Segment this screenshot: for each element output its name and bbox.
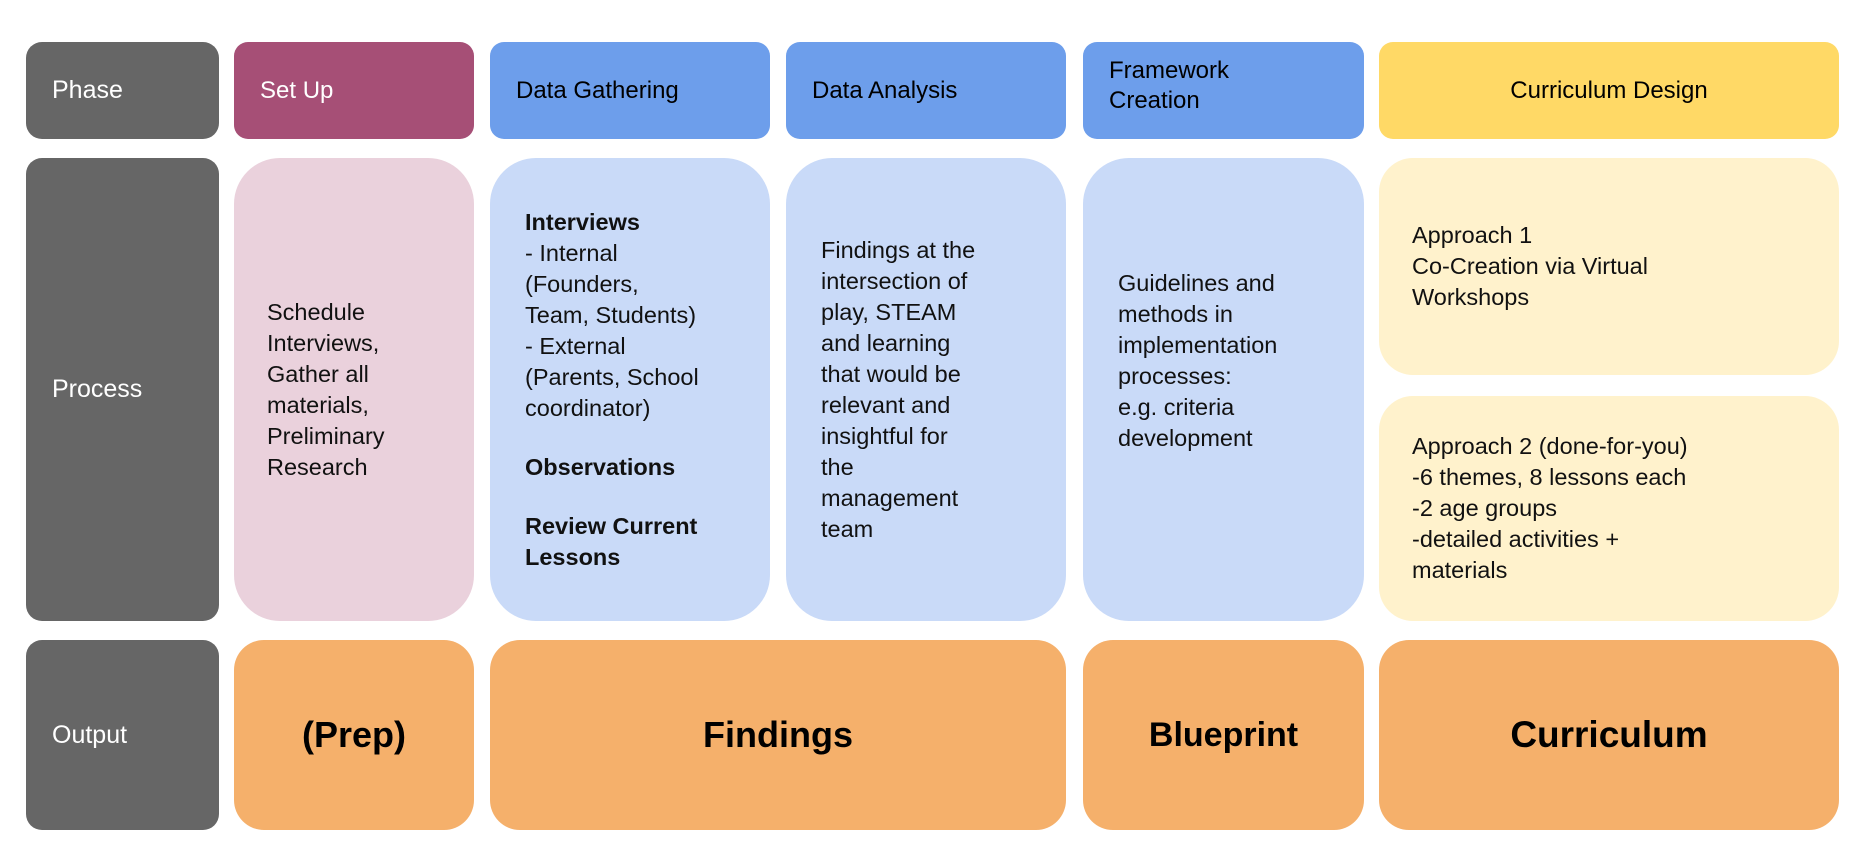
process-framework-creation: Guidelines and methods in implementation… [1083,158,1364,621]
output-blueprint: Blueprint [1083,640,1364,830]
approach-2-text: Approach 2 (done-for-you) -6 themes, 8 l… [1412,433,1688,583]
output-curriculum: Curriculum [1379,640,1839,830]
review-lessons-heading: Review Current Lessons [525,512,698,570]
process-setup: Schedule Interviews, Gather all material… [234,158,474,621]
process-data-gathering: Interviews - Internal (Founders, Team, S… [490,158,770,621]
phase-framework-creation: Framework Creation [1083,42,1364,139]
phase-data-gathering: Data Gathering [490,42,770,139]
process-curriculum-approach-1: Approach 1 Co-Creation via Virtual Works… [1379,158,1839,375]
interviews-heading: Interviews [525,208,640,235]
row-label-process: Process [26,158,219,621]
approach-1-text: Approach 1 Co-Creation via Virtual Works… [1412,222,1648,310]
process-setup-text: Schedule Interviews, Gather all material… [267,298,385,480]
phase-data-analysis: Data Analysis [786,42,1066,139]
output-prep-text: (Prep) [301,714,406,755]
phase-setup: Set Up [234,42,474,139]
row-label-process-text: Process [52,375,143,403]
interviews-details: - Internal (Founders, Team, Students) - … [525,239,699,421]
row-label-output: Output [26,640,219,830]
phase-data-analysis-text: Data Analysis [812,76,958,104]
observations-heading: Observations [525,453,676,480]
output-findings: Findings [490,640,1066,830]
output-findings-text: Findings [703,714,853,755]
output-prep: (Prep) [234,640,474,830]
output-blueprint-text: Blueprint [1148,715,1299,754]
row-label-phase: Phase [26,42,219,139]
row-label-output-text: Output [52,720,128,749]
phase-curriculum-design: Curriculum Design [1379,42,1839,139]
process-data-analysis-text: Findings at the intersection of play, ST… [821,236,976,542]
phase-setup-text: Set Up [260,76,334,104]
phase-framework-creation-text: Framework Creation [1109,57,1230,114]
process-framework-creation-text: Guidelines and methods in implementation… [1118,270,1278,451]
phase-curriculum-design-text: Curriculum Design [1510,76,1708,104]
row-label-phase-text: Phase [52,76,123,104]
process-curriculum-approach-2: Approach 2 (done-for-you) -6 themes, 8 l… [1379,396,1839,621]
output-curriculum-text: Curriculum [1510,714,1708,755]
process-data-analysis: Findings at the intersection of play, ST… [786,158,1066,621]
phase-data-gathering-text: Data Gathering [516,76,679,104]
